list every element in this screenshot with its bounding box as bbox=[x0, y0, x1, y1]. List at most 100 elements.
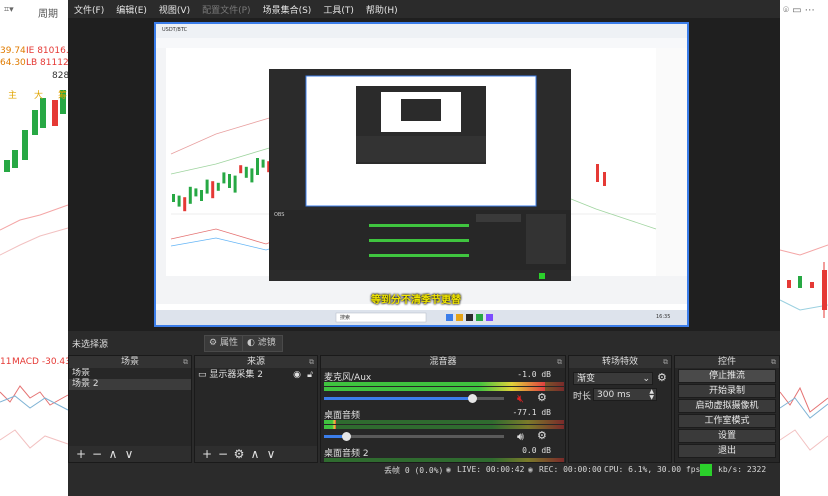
menu-view[interactable]: 视图(V) bbox=[153, 3, 196, 16]
candlestick bbox=[228, 174, 231, 188]
volume-slider-handle[interactable] bbox=[467, 394, 477, 403]
candlestick bbox=[216, 182, 220, 191]
duration-label: 时长 bbox=[573, 392, 592, 402]
sources-dock: 来源 ⧉ ▭ 显示器采集 2 ◉ 🔓︎ + − ⚙ ∧ ∨ bbox=[194, 355, 318, 463]
dock-float-icon[interactable]: ⧉ bbox=[663, 356, 668, 368]
properties-button[interactable]: ⚙ 属性 bbox=[204, 335, 245, 352]
studio-mode-button[interactable]: 工作室模式 bbox=[678, 414, 776, 428]
filters-button[interactable]: ◐ 滤镜 bbox=[242, 335, 283, 352]
volume-meter bbox=[324, 425, 564, 429]
mixer-channel: 桌面音频 -77.1 dB 🔊︎ ⚙ bbox=[321, 408, 565, 444]
monitor-icon: ▭ bbox=[198, 370, 207, 380]
candlestick bbox=[4, 160, 10, 172]
candlestick bbox=[172, 194, 175, 202]
sources-title: 来源 bbox=[246, 357, 265, 367]
start-virtual-camera-button[interactable]: 启动虚拟摄像机 bbox=[678, 399, 776, 413]
add-scene-icon[interactable]: + bbox=[73, 446, 89, 462]
muted-speaker-icon[interactable]: 🔇︎ bbox=[517, 392, 524, 406]
move-up-icon[interactable]: ∧ bbox=[247, 446, 263, 462]
background-price-left-1: 39.74 bbox=[0, 46, 26, 56]
transition-settings-icon[interactable]: ⚙ bbox=[657, 371, 667, 384]
properties-label: 属性 bbox=[219, 338, 238, 348]
candlestick bbox=[222, 172, 226, 184]
dropped-frames-text: 丢帧 0 (0.0%) bbox=[384, 466, 444, 475]
dock-float-icon[interactable]: ⧉ bbox=[557, 356, 562, 368]
candlestick bbox=[261, 159, 265, 168]
mixer-channel-db: 0.0 dB bbox=[522, 446, 551, 455]
chevron-down-icon: ⌄ bbox=[642, 374, 650, 384]
transition-select-value: 渐变 bbox=[577, 374, 596, 384]
volume-slider-handle[interactable] bbox=[341, 432, 351, 441]
menu-profile[interactable]: 配置文件(P) bbox=[196, 3, 256, 16]
menu-tools[interactable]: 工具(T) bbox=[317, 3, 360, 16]
start-recording-button[interactable]: 开始录制 bbox=[678, 384, 776, 398]
status-bar: 丢帧 0 (0.0%) ◉ LIVE: 00:00:42 ◉ REC: 00:0… bbox=[68, 463, 780, 477]
preview-area: USDT/BTC OBS 搜索 16:35 等到分不清季节更替 bbox=[68, 18, 780, 331]
scenes-title: 场景 bbox=[120, 357, 139, 367]
source-settings-icon[interactable]: ⚙ bbox=[231, 446, 247, 462]
candlestick bbox=[194, 188, 198, 197]
move-down-icon[interactable]: ∨ bbox=[263, 446, 279, 462]
volume-slider[interactable] bbox=[324, 394, 504, 403]
candlestick bbox=[22, 130, 28, 160]
stop-streaming-button[interactable]: 停止推流 bbox=[678, 369, 776, 383]
menu-edit[interactable]: 编辑(E) bbox=[110, 3, 153, 16]
menu-scene-collection[interactable]: 场景集合(S) bbox=[257, 3, 318, 16]
volume-meter bbox=[324, 458, 564, 462]
candlestick bbox=[233, 175, 237, 193]
volume-meter-level bbox=[324, 420, 336, 424]
visibility-eye-icon[interactable]: ◉ bbox=[293, 368, 301, 382]
transition-select[interactable]: 渐变 ⌄ bbox=[573, 372, 653, 385]
volume-slider[interactable] bbox=[324, 432, 504, 441]
exit-button[interactable]: 退出 bbox=[678, 444, 776, 458]
bitrate-text: kb/s: 2322 bbox=[718, 465, 767, 474]
background-price-left-2: 64.30 bbox=[0, 58, 26, 68]
mixer-dock: 混音器 ⧉ 麦克风/Aux -1.0 dB 🔇︎ ⚙ 桌面音频 -77.1 dB 🔊︎ ⚙ 桌面音… bbox=[320, 355, 566, 463]
mixer-settings-icon[interactable]: ⚙ bbox=[537, 429, 547, 442]
volume-meter-level bbox=[324, 425, 336, 429]
scenes-dock: 场景 ⧉ 场景 场景 2 + − ∧ ∨ bbox=[68, 355, 192, 463]
add-source-icon[interactable]: + bbox=[199, 446, 215, 462]
connection-health-square bbox=[700, 464, 712, 476]
mixer-settings-icon[interactable]: ⚙ bbox=[537, 391, 547, 404]
menu-file[interactable]: 文件(F) bbox=[68, 3, 110, 16]
controls-dock: 控件 ⧉ 停止推流 开始录制 启动虚拟摄像机 工作室模式 设置 退出 bbox=[674, 355, 780, 463]
menu-help[interactable]: 帮助(H) bbox=[360, 3, 404, 16]
remove-source-icon[interactable]: − bbox=[215, 446, 231, 462]
candlestick bbox=[256, 158, 259, 175]
speaker-icon[interactable]: 🔊︎ bbox=[517, 430, 524, 444]
preview-canvas[interactable]: USDT/BTC OBS 搜索 16:35 等到分不清季节更替 bbox=[154, 22, 689, 327]
volume-meter bbox=[324, 387, 564, 391]
background-period-label: 周期 bbox=[38, 9, 58, 20]
dock-float-icon[interactable]: ⧉ bbox=[309, 356, 314, 368]
sources-footer: + − ⚙ ∧ ∨ bbox=[195, 446, 317, 462]
background-macd-label: MACD -30.43 bbox=[12, 357, 71, 367]
candlestick bbox=[239, 165, 243, 174]
gear-icon: ⚙ bbox=[209, 338, 218, 348]
candlestick bbox=[12, 150, 18, 168]
candlestick bbox=[177, 195, 181, 207]
controls-title: 控件 bbox=[717, 357, 736, 367]
candlestick bbox=[244, 166, 248, 178]
mixer-channel: 麦克风/Aux -1.0 dB 🔇︎ ⚙ bbox=[321, 370, 565, 406]
move-down-icon[interactable]: ∨ bbox=[121, 446, 137, 462]
scene-item-selected[interactable]: 场景 2 bbox=[69, 379, 191, 390]
source-item[interactable]: ▭ 显示器采集 2 ◉ 🔓︎ bbox=[195, 368, 317, 382]
dock-float-icon[interactable]: ⧉ bbox=[183, 356, 188, 368]
transitions-title: 转场特效 bbox=[601, 357, 638, 367]
preview-subtitle: 等到分不清季节更替 bbox=[371, 295, 461, 306]
move-up-icon[interactable]: ∧ bbox=[105, 446, 121, 462]
candlestick bbox=[183, 197, 187, 212]
candlestick bbox=[205, 179, 209, 194]
lock-icon[interactable]: 🔓︎ bbox=[307, 368, 313, 382]
spin-arrows-icon[interactable]: ▲ ▼ bbox=[649, 389, 654, 401]
background-macd-prefix: 11 bbox=[0, 357, 12, 367]
remove-scene-icon[interactable]: − bbox=[89, 446, 105, 462]
mixer-channel-list: 麦克风/Aux -1.0 dB 🔇︎ ⚙ 桌面音频 -77.1 dB 🔊︎ ⚙ 桌面音频 2 0.… bbox=[321, 368, 565, 462]
rec-indicator-icon: ◉ bbox=[528, 465, 533, 474]
settings-button[interactable]: 设置 bbox=[678, 429, 776, 443]
live-time-text: LIVE: 00:00:42 bbox=[457, 465, 525, 474]
scene-item[interactable]: 场景 bbox=[69, 368, 191, 379]
dock-float-icon[interactable]: ⧉ bbox=[771, 356, 776, 368]
duration-spinbox[interactable]: 300 ms ▲ ▼ bbox=[593, 388, 657, 401]
